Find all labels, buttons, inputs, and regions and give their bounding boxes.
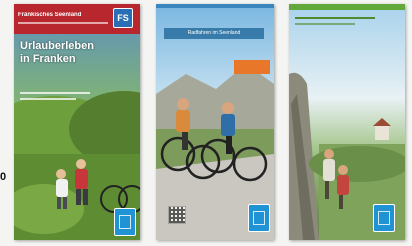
- brochure-badge-icon: [114, 208, 136, 236]
- brochure-header-subline: [18, 22, 108, 24]
- brochure-header-text: Fränkisches Seenland: [18, 12, 82, 18]
- brochure-header-line: [295, 17, 375, 19]
- brochure-header-line: [295, 23, 355, 25]
- brochure-logo: FS: [113, 8, 133, 28]
- brochure-top-strip: [156, 4, 274, 8]
- qr-code-icon: [168, 206, 186, 224]
- brochure-display: Fränkisches Seenland FS Urlauberleben in…: [0, 0, 412, 246]
- brochure-banner: Radfahren im Seenland: [164, 28, 264, 39]
- brochure-rock-arch: [289, 4, 405, 240]
- brochure-top-strip: [289, 4, 405, 10]
- brochure-badge-icon: [373, 204, 395, 232]
- brochure-orange-tag: [234, 60, 270, 74]
- brochure-cover-subline: [20, 92, 90, 94]
- edge-number-text: 0: [0, 171, 7, 183]
- brochure-cycling: Radfahren im Seenland: [156, 4, 274, 240]
- brochure-cover-title: Urlauberleben in Franken: [20, 40, 94, 65]
- brochure-header-band: Fränkisches Seenland FS: [14, 4, 140, 34]
- brochure-cover-subline: [20, 98, 76, 100]
- brochure-badge-icon: [248, 204, 270, 232]
- brochure-hiking-couple: Fränkisches Seenland FS Urlauberleben in…: [14, 4, 140, 240]
